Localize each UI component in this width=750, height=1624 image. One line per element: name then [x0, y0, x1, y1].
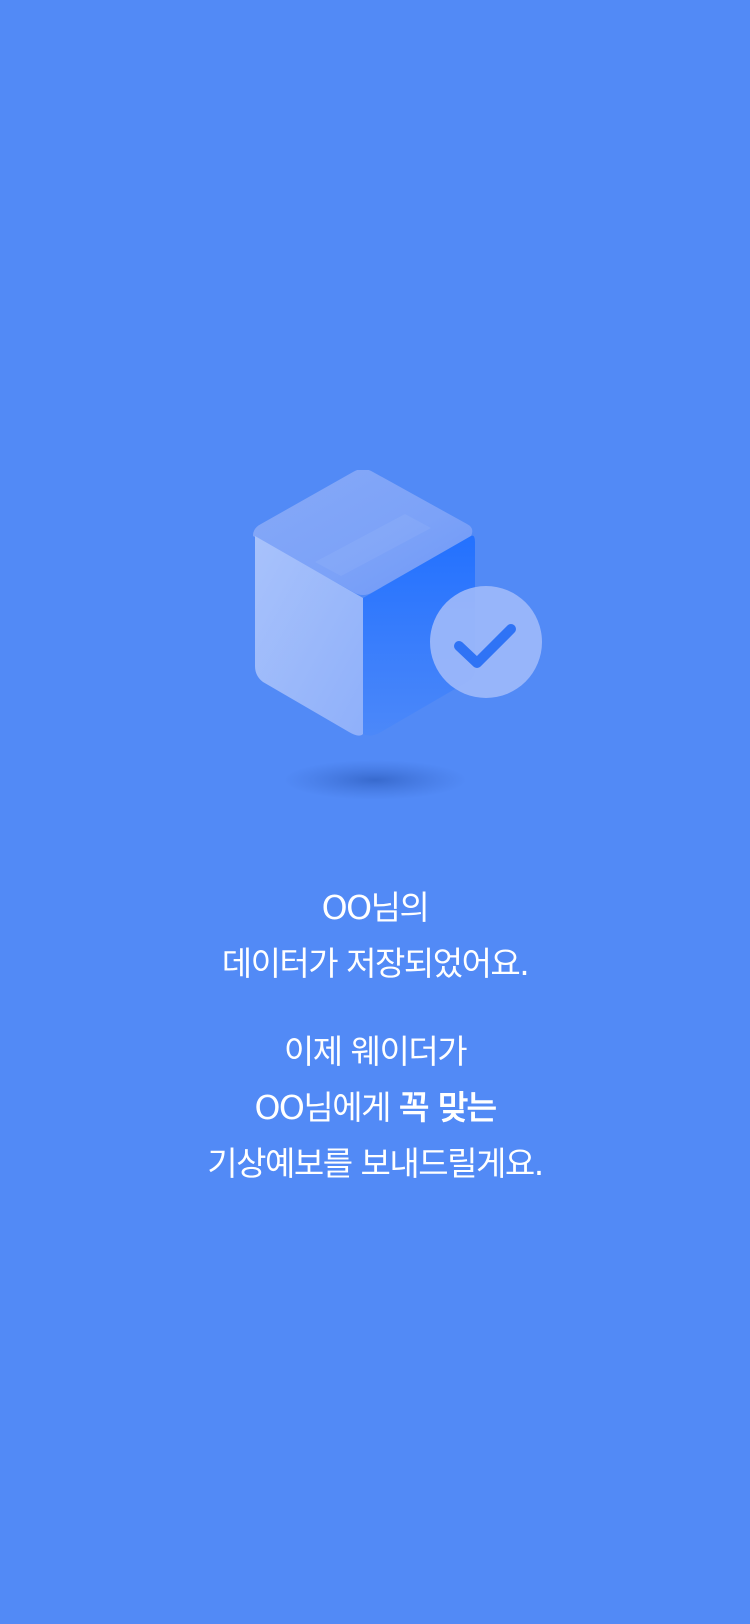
- saved-message-line1: OO님의: [321, 888, 430, 927]
- forecast-message-line2-normal: OO님에게: [254, 1088, 399, 1127]
- forecast-message: 이제 웨이더가 OO님에게 꼭 맞는 기상예보를 보내드릴게요.: [0, 1024, 750, 1192]
- saved-message-line2: 데이터가 저장되었어요.: [221, 944, 530, 983]
- box-shadow: [283, 760, 467, 800]
- saved-message: OO님의 데이터가 저장되었어요.: [0, 880, 750, 992]
- data-saved-screen: OO님의 데이터가 저장되었어요. 이제 웨이더가 OO님에게 꼭 맞는 기상예…: [0, 0, 750, 1624]
- forecast-message-line1: 이제 웨이더가: [283, 1032, 468, 1071]
- forecast-message-line3: 기상예보를 보내드릴게요.: [207, 1144, 544, 1183]
- forecast-message-line2-bold: 꼭 맞는: [398, 1088, 497, 1127]
- saved-box-check-icon: [235, 470, 555, 810]
- check-badge: [430, 586, 542, 698]
- forecast-message-line2: OO님에게 꼭 맞는: [0, 1080, 750, 1136]
